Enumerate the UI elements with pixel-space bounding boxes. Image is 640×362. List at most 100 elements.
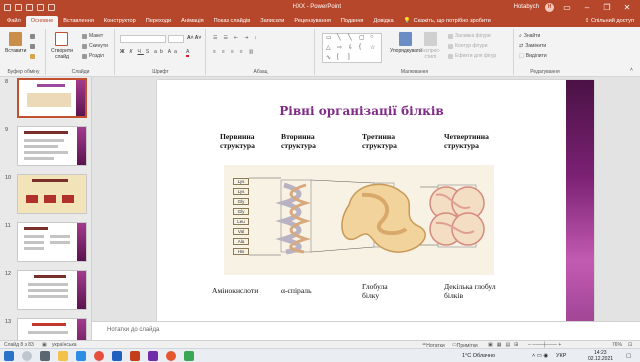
edge-icon[interactable] — [76, 351, 86, 361]
quick-styles-button[interactable]: Експрес- стилі — [420, 32, 441, 60]
close-icon[interactable]: ✕ — [620, 3, 634, 12]
shape-triangle-icon[interactable]: △ — [326, 44, 331, 51]
bullets-icon[interactable]: ☰ — [213, 35, 221, 41]
layout-button[interactable]: Макет — [82, 33, 103, 39]
input-language[interactable]: УКР — [556, 353, 566, 359]
slide-thumbnail[interactable]: 11 — [0, 221, 91, 265]
chrome-icon[interactable] — [94, 351, 104, 361]
weather-widget[interactable]: 1°C Облачно — [462, 353, 495, 359]
shape-star-icon[interactable]: ☆ — [370, 44, 375, 51]
format-painter-button[interactable] — [30, 54, 35, 59]
case-icon[interactable]: Aa — [168, 49, 180, 55]
tab-file[interactable]: Файл — [2, 16, 26, 27]
shape-line-icon[interactable]: ╲ — [348, 34, 352, 41]
columns-icon[interactable]: ▥ — [249, 49, 258, 55]
align-buttons[interactable]: ≡ ≡ ≡ ≡ ▥ — [213, 49, 257, 55]
collapse-ribbon-icon[interactable]: ˄ — [630, 67, 633, 73]
tab-home[interactable]: Основне — [25, 16, 59, 27]
select-button[interactable]: ⬚ Виділити — [519, 53, 547, 59]
font-color-button[interactable]: A — [186, 49, 190, 57]
shape-rect-icon[interactable]: ▢ — [359, 34, 365, 41]
redo-icon[interactable] — [37, 3, 44, 11]
shape-fill-button[interactable]: Заливка фігури — [448, 33, 491, 39]
tab-view[interactable]: Подання — [336, 16, 369, 27]
align-left-icon[interactable]: ≡ — [213, 49, 220, 55]
grow-font-icon[interactable]: A˄ A˅ — [187, 35, 201, 41]
shape-arrow-icon[interactable]: ⇩ — [348, 44, 353, 51]
slide-thumbnail[interactable]: 8 — [0, 77, 91, 121]
minimize-icon[interactable]: – — [580, 3, 594, 12]
strikethrough-icon[interactable]: S — [146, 49, 152, 55]
autosave-icon[interactable] — [4, 3, 11, 11]
ribbon-display-icon[interactable]: ▭ — [560, 3, 574, 12]
font-size-input[interactable] — [168, 35, 184, 43]
share-button[interactable]: ⇪ Спільний доступ — [585, 16, 640, 27]
shape-bracket-icon[interactable]: ] — [348, 54, 350, 60]
shape-outline-button[interactable]: Контур фігури — [448, 43, 487, 49]
save-icon[interactable] — [15, 3, 22, 11]
cut-button[interactable] — [30, 34, 35, 39]
avatar[interactable]: H — [545, 2, 554, 12]
app-icon[interactable] — [166, 351, 176, 361]
slide-thumbnail[interactable]: 10 — [0, 173, 91, 217]
tab-insert[interactable]: Вставлення — [58, 16, 99, 27]
italic-icon[interactable]: К — [130, 49, 136, 55]
undo-icon[interactable] — [26, 3, 33, 11]
numbering-icon[interactable]: ☰ — [223, 35, 231, 41]
shape-line-icon[interactable]: ╲ — [337, 34, 341, 41]
tab-help[interactable]: Довідка — [368, 16, 398, 27]
paste-button[interactable]: Вставити — [5, 32, 26, 54]
align-center-icon[interactable]: ≡ — [222, 49, 229, 55]
shapes-gallery[interactable]: ▭ ╲ ╲ ▢ ○ △ ⇨ ⇩ { ☆ ∿ [ ] — [322, 33, 382, 63]
shape-effects-button[interactable]: Ефекти для фігур — [448, 53, 496, 59]
shape-bracket-icon[interactable]: [ — [337, 54, 339, 60]
clock-date[interactable]: 02.12.2021 — [588, 356, 613, 362]
tab-review[interactable]: Рецензування — [289, 16, 335, 27]
slide-thumbnail[interactable]: 9 — [0, 125, 91, 169]
tray-icons[interactable]: ˄ ▭ ◉ — [532, 353, 548, 359]
justify-icon[interactable]: ≡ — [240, 49, 247, 55]
tab-design[interactable]: Конструктор — [99, 16, 141, 27]
new-slide-button[interactable]: Створити слайд — [51, 32, 73, 60]
section-button[interactable]: Розділ — [82, 53, 104, 59]
reset-button[interactable]: Скинути — [82, 43, 108, 49]
replace-button[interactable]: ⇄ Замінити — [519, 43, 546, 49]
list-buttons[interactable]: ☰ ☰ ⇤ ⇥ ↕ — [213, 35, 261, 41]
shape-oval-icon[interactable]: ○ — [370, 34, 374, 40]
underline-icon[interactable]: Ч — [137, 49, 143, 55]
shape-rect-icon[interactable]: ▭ — [326, 34, 332, 41]
spacing-icon[interactable]: ab — [154, 49, 166, 55]
task-view-icon[interactable] — [40, 351, 50, 361]
outdent-icon[interactable]: ⇥ — [244, 35, 252, 41]
shape-curve-icon[interactable]: ∿ — [326, 54, 331, 61]
powerpoint-icon[interactable] — [130, 351, 140, 361]
tab-slideshow[interactable]: Показ слайдів — [209, 16, 256, 27]
word-icon[interactable] — [112, 351, 122, 361]
font-format-buttons[interactable]: Ж К Ч Sab Aa — [120, 49, 180, 55]
maximize-icon[interactable]: ❐ — [600, 3, 614, 12]
user-name[interactable]: Hotabych — [514, 4, 539, 10]
start-show-icon[interactable] — [48, 3, 55, 11]
tab-animations[interactable]: Анімація — [176, 16, 209, 27]
slide-thumbnail[interactable]: 13 — [0, 317, 91, 340]
app-icon[interactable] — [184, 351, 194, 361]
font-name-input[interactable] — [120, 35, 166, 43]
start-icon[interactable] — [4, 351, 14, 361]
bold-icon[interactable]: Ж — [120, 49, 128, 55]
line-spacing-icon[interactable]: ↕ — [254, 35, 261, 41]
notification-icon[interactable]: ▢ — [626, 353, 631, 359]
shape-brace-icon[interactable]: { — [359, 44, 361, 50]
notes-pane[interactable]: Нотатки до слайда — [92, 321, 640, 340]
app-icon[interactable] — [148, 351, 158, 361]
shape-arrow-icon[interactable]: ⇨ — [337, 44, 342, 51]
find-button[interactable]: ⌕ Знайти — [519, 33, 540, 39]
slide-title[interactable]: Рівні організації білків — [157, 104, 566, 118]
copy-button[interactable] — [30, 44, 35, 49]
file-explorer-icon[interactable] — [58, 351, 68, 361]
indent-icon[interactable]: ⇤ — [234, 35, 242, 41]
slide[interactable]: Рівні організації білків Первинна структ… — [157, 80, 594, 321]
search-icon[interactable] — [22, 351, 32, 361]
tell-me-search[interactable]: 💡 Скажіть, що потрібно зробити — [399, 16, 496, 27]
tab-transitions[interactable]: Переходи — [141, 16, 176, 27]
align-right-icon[interactable]: ≡ — [231, 49, 238, 55]
